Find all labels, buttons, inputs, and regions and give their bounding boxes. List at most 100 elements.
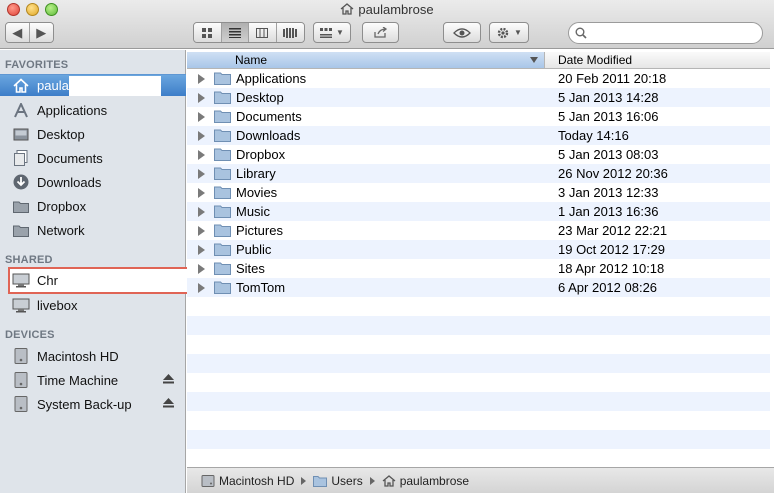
file-date: 5 Jan 2013 08:03	[558, 147, 659, 162]
disclosure-triangle-icon[interactable]	[198, 264, 205, 274]
arrange-icon	[320, 27, 333, 38]
table-row[interactable]: Public 19 Oct 2012 17:29	[187, 240, 774, 259]
list-view-button[interactable]	[221, 23, 249, 42]
home-icon	[341, 3, 354, 15]
folder-icon	[214, 72, 231, 85]
file-date: 3 Jan 2013 12:33	[558, 185, 659, 200]
computer-icon	[12, 297, 30, 313]
file-date: 20 Feb 2011 20:18	[558, 71, 667, 86]
disclosure-triangle-icon[interactable]	[198, 188, 205, 198]
window-edge	[770, 50, 774, 467]
folder-icon	[214, 262, 231, 275]
view-mode-control	[193, 22, 305, 43]
eject-icon[interactable]	[163, 398, 174, 408]
folder-icon	[214, 224, 231, 237]
table-row[interactable]: TomTom 6 Apr 2012 08:26	[187, 278, 774, 297]
empty-row	[187, 297, 774, 316]
table-row[interactable]: Downloads Today 14:16	[187, 126, 774, 145]
table-row[interactable]: Movies 3 Jan 2013 12:33	[187, 183, 774, 202]
table-row[interactable]: Applications 20 Feb 2011 20:18	[187, 69, 774, 88]
table-row[interactable]: Dropbox 5 Jan 2013 08:03	[187, 145, 774, 164]
chevron-right-icon: ▶	[36, 24, 47, 40]
disclosure-triangle-icon[interactable]	[198, 169, 205, 179]
home-icon	[12, 78, 30, 94]
disclosure-triangle-icon[interactable]	[198, 74, 205, 84]
folder-icon	[214, 110, 231, 123]
icon-view-button[interactable]	[194, 23, 222, 42]
sidebar-item-downloads[interactable]: Downloads	[0, 171, 186, 193]
disclosure-triangle-icon[interactable]	[198, 245, 205, 255]
forward-button[interactable]: ▶	[29, 23, 53, 42]
file-date: 5 Jan 2013 14:28	[558, 90, 659, 105]
sidebar-item-desktop[interactable]: Desktop	[0, 123, 186, 145]
column-header-name[interactable]: Name	[187, 52, 545, 68]
coverflow-view-button[interactable]	[276, 23, 304, 42]
back-button[interactable]: ◀	[6, 23, 30, 42]
file-name: TomTom	[236, 280, 286, 295]
sidebar-item-documents[interactable]: Documents	[0, 147, 186, 169]
sidebar-item-label: Applications	[37, 102, 108, 118]
file-name: Downloads	[236, 128, 301, 143]
table-row[interactable]: Desktop 5 Jan 2013 14:28	[187, 88, 774, 107]
harddisk-icon	[12, 372, 30, 388]
search-input[interactable]	[591, 25, 756, 41]
sidebar-item-applications[interactable]: Applications	[0, 99, 186, 121]
sidebar-item-network[interactable]: Network	[0, 219, 186, 241]
chevron-down-icon: ▼	[336, 28, 344, 37]
arrange-button[interactable]: ▼	[313, 22, 351, 43]
quick-look-button[interactable]	[443, 22, 481, 43]
disclosure-triangle-icon[interactable]	[198, 112, 205, 122]
disclosure-triangle-icon[interactable]	[198, 283, 205, 293]
disclosure-triangle-icon[interactable]	[198, 150, 205, 160]
file-name: Dropbox	[236, 147, 286, 162]
disclosure-triangle-icon[interactable]	[198, 131, 205, 141]
chevron-left-icon: ◀	[12, 24, 23, 40]
disclosure-triangle-icon[interactable]	[198, 226, 205, 236]
path-segment-home[interactable]: paulambrose	[382, 474, 469, 488]
sidebar-item-label: Macintosh HD	[37, 348, 119, 364]
empty-row	[187, 373, 774, 392]
table-row[interactable]: Library 26 Nov 2012 20:36	[187, 164, 774, 183]
path-segment-users[interactable]: Users	[313, 474, 363, 488]
sidebar: FAVORITES paula Applications Desktop Doc…	[0, 50, 189, 493]
eject-icon[interactable]	[163, 374, 174, 384]
sidebar-item-label: paula	[37, 78, 69, 93]
path-segment-macintosh-hd[interactable]: Macintosh HD	[201, 474, 294, 488]
table-row[interactable]: Pictures 23 Mar 2012 22:21	[187, 221, 774, 240]
documents-icon	[12, 150, 30, 166]
column-view-button[interactable]	[249, 23, 277, 42]
folder-icon	[214, 205, 231, 218]
finder-window: paulambrose ◀ ▶ ▼ ▼ FAVORITES paula Appl…	[0, 0, 774, 493]
harddisk-icon	[201, 474, 215, 487]
home-icon	[382, 474, 396, 487]
sidebar-item-macintosh-hd[interactable]: Macintosh HD	[0, 345, 186, 367]
file-name: Library	[236, 166, 276, 181]
folder-icon	[214, 91, 231, 104]
action-menu-button[interactable]: ▼	[489, 22, 529, 43]
table-row[interactable]: Documents 5 Jan 2013 16:06	[187, 107, 774, 126]
path-bar: Macintosh HD Users paulambrose	[187, 467, 774, 493]
sidebar-item-dropbox[interactable]: Dropbox	[0, 195, 186, 217]
file-name: Desktop	[236, 90, 284, 105]
chevron-down-icon: ▼	[514, 28, 522, 37]
sidebar-item-time-machine[interactable]: Time Machine	[0, 369, 186, 391]
table-row[interactable]: Sites 18 Apr 2012 10:18	[187, 259, 774, 278]
empty-row	[187, 449, 774, 467]
computer-icon	[12, 272, 30, 288]
sidebar-item-system-backup[interactable]: System Back-up	[0, 393, 186, 415]
disclosure-triangle-icon[interactable]	[198, 93, 205, 103]
folder-icon	[214, 243, 231, 256]
file-date: 18 Apr 2012 10:18	[558, 261, 665, 276]
folder-icon	[214, 281, 231, 294]
table-row[interactable]: Music 1 Jan 2013 16:36	[187, 202, 774, 221]
folder-icon	[12, 222, 30, 238]
sidebar-item-shared-computer[interactable]: Chr	[0, 269, 186, 291]
sidebar-item-home[interactable]: paula	[0, 74, 186, 96]
empty-row	[187, 392, 774, 411]
disclosure-triangle-icon[interactable]	[198, 207, 205, 217]
column-header-date-modified[interactable]: Date Modified	[546, 52, 632, 68]
sidebar-item-livebox[interactable]: livebox	[0, 294, 186, 316]
search-field[interactable]	[568, 22, 763, 44]
redaction-box	[68, 75, 161, 96]
share-button[interactable]	[362, 22, 399, 43]
